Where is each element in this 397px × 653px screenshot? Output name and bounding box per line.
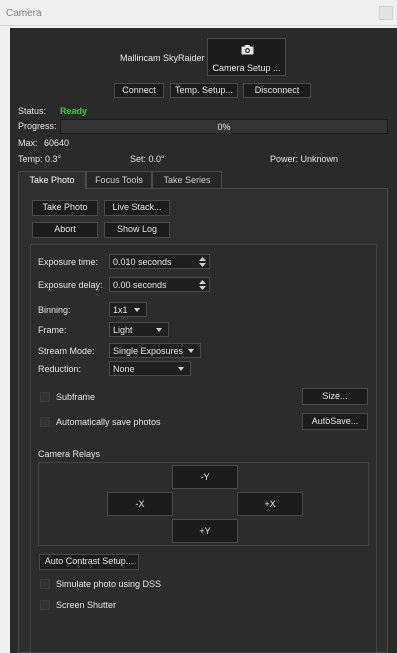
- status-value: Ready: [60, 106, 88, 116]
- show-log-button[interactable]: Show Log: [104, 222, 170, 238]
- chevron-down-icon: [156, 328, 162, 332]
- reduction-label: Reduction:: [38, 364, 82, 374]
- auto-save-checkbox[interactable]: [40, 417, 50, 427]
- chevron-down-icon: [134, 308, 140, 312]
- reduction-select[interactable]: None: [109, 361, 191, 376]
- camera-setup-button[interactable]: Camera Setup ...: [207, 38, 286, 76]
- camera-icon: [241, 45, 254, 55]
- size-button[interactable]: Size...: [302, 388, 368, 405]
- frame-label: Frame:: [38, 325, 67, 335]
- progress-value: 0%: [217, 122, 231, 132]
- temp-setup-button[interactable]: Temp. Setup...: [170, 83, 238, 98]
- exposure-delay-value: 0.00 seconds: [113, 280, 167, 290]
- exposure-time-value: 0.010 seconds: [113, 257, 172, 267]
- binning-value: 1x1: [113, 305, 128, 315]
- tab-focus-tools[interactable]: Focus Tools: [86, 171, 152, 188]
- stream-mode-label: Stream Mode:: [38, 346, 95, 356]
- simulate-label: Simulate photo using DSS: [56, 579, 162, 589]
- exposure-delay-label: Exposure delay:: [38, 280, 103, 290]
- power-readout: Power: Unknown: [270, 154, 339, 164]
- connect-button[interactable]: Connect: [114, 83, 164, 98]
- take-photo-button[interactable]: Take Photo: [32, 200, 98, 216]
- exposure-time-spinbox[interactable]: 0.010 seconds: [109, 254, 210, 269]
- status-label: Status:: [18, 106, 47, 116]
- frame-select[interactable]: Light: [109, 322, 169, 337]
- spin-arrows-icon[interactable]: [199, 257, 206, 267]
- setpoint-readout: Set: 0.0°: [130, 154, 165, 164]
- window-titlebar: Camera: [0, 0, 397, 26]
- subframe-label: Subframe: [56, 392, 96, 402]
- screen-shutter-label: Screen Shutter: [56, 600, 117, 610]
- device-name: Mallincam SkyRaider: [120, 53, 205, 63]
- reduction-value: None: [113, 364, 135, 374]
- screen-shutter-checkbox[interactable]: [40, 600, 50, 610]
- simulate-checkbox[interactable]: [40, 579, 50, 589]
- disconnect-button[interactable]: Disconnect: [243, 83, 311, 98]
- chevron-down-icon: [178, 367, 184, 371]
- exposure-time-label: Exposure time:: [38, 257, 99, 267]
- binning-label: Binning:: [38, 305, 71, 315]
- stream-mode-value: Single Exposures: [113, 346, 184, 356]
- auto-contrast-setup-button[interactable]: Auto Contrast Setup...: [39, 554, 139, 570]
- tab-take-series[interactable]: Take Series: [152, 171, 222, 188]
- max-value: 60640: [44, 138, 70, 148]
- max-label: Max:: [18, 138, 38, 148]
- relay-plus-y-button[interactable]: +Y: [172, 519, 238, 543]
- relay-plus-x-button[interactable]: +X: [237, 492, 303, 516]
- exposure-delay-spinbox[interactable]: 0.00 seconds: [109, 277, 210, 292]
- autosave-button[interactable]: AutoSave...: [302, 413, 368, 430]
- tab-take-photo[interactable]: Take Photo: [18, 171, 86, 189]
- auto-save-label: Automatically save photos: [56, 417, 161, 427]
- stream-mode-select[interactable]: Single Exposures: [109, 343, 201, 358]
- abort-button[interactable]: Abort: [32, 222, 98, 238]
- window-control-button[interactable]: [379, 6, 393, 20]
- progress-bar: 0%: [60, 119, 388, 134]
- temperature-readout: Temp: 0.3°: [18, 154, 62, 164]
- camera-setup-label: Camera Setup ...: [212, 63, 281, 73]
- chevron-down-icon: [188, 349, 194, 353]
- relay-minus-y-button[interactable]: -Y: [172, 465, 238, 489]
- relay-minus-x-button[interactable]: -X: [107, 492, 173, 516]
- camera-relays-label: Camera Relays: [38, 449, 101, 459]
- live-stack-button[interactable]: Live Stack...: [104, 200, 170, 216]
- subframe-checkbox[interactable]: [40, 392, 50, 402]
- progress-label: Progress:: [18, 121, 57, 131]
- frame-value: Light: [113, 325, 133, 335]
- binning-select[interactable]: 1x1: [109, 302, 147, 317]
- spin-arrows-icon[interactable]: [199, 280, 206, 290]
- window-title: Camera: [6, 8, 42, 19]
